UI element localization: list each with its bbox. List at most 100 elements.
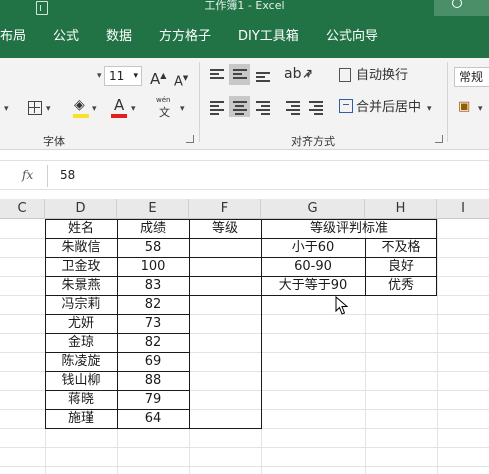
header-grade-cell[interactable]: 等级 xyxy=(189,219,261,238)
formula-input[interactable]: 58 xyxy=(60,168,75,182)
wrap-text-icon xyxy=(339,68,351,82)
chevron-down-icon[interactable]: ▾ xyxy=(180,104,185,114)
score-cell[interactable]: 73 xyxy=(117,314,189,333)
ribbon-separator xyxy=(199,62,200,142)
score-cell[interactable]: 64 xyxy=(117,409,189,428)
score-cell[interactable]: 58 xyxy=(117,238,189,257)
currency-format-icon[interactable]: ▣ xyxy=(458,99,470,115)
gridline xyxy=(0,466,489,467)
tab-fangfang[interactable]: 方方格子 xyxy=(159,29,211,45)
tab-formula-wizard[interactable]: 公式向导 xyxy=(326,29,378,45)
formula-bar: fx 58 xyxy=(0,160,489,190)
column-header-row: C D E F G H I xyxy=(0,199,489,219)
ribbon-tabs: 布局 公式 数据 方方格子 DIY工具箱 公式向导 xyxy=(0,18,489,58)
increase-indent-icon[interactable] xyxy=(309,101,323,115)
align-middle-icon[interactable] xyxy=(233,69,247,81)
window-title: 工作簿1 - Excel xyxy=(204,0,285,12)
name-cell[interactable]: 蒋晓 xyxy=(45,390,117,409)
header-name-cell[interactable]: 姓名 xyxy=(45,219,117,238)
formula-bar-divider xyxy=(47,165,48,187)
column-header-g[interactable]: G xyxy=(261,199,365,219)
merge-center-icon xyxy=(339,99,353,113)
align-top-icon[interactable] xyxy=(210,69,224,81)
score-cell[interactable]: 82 xyxy=(117,295,189,314)
score-cell[interactable]: 88 xyxy=(117,371,189,390)
tab-formulas[interactable]: 公式 xyxy=(53,29,79,45)
gridline xyxy=(0,447,489,448)
name-cell[interactable]: 冯宗莉 xyxy=(45,295,117,314)
chevron-down-icon[interactable]: ▾ xyxy=(478,104,483,114)
column-header-d[interactable]: D xyxy=(45,199,117,219)
chevron-down-icon[interactable]: ▾ xyxy=(92,104,97,114)
range-cell[interactable]: 60-90 xyxy=(261,257,365,276)
name-cell[interactable]: 陈凌旋 xyxy=(45,352,117,371)
grow-font-label: A xyxy=(150,70,161,88)
range-cell[interactable]: 小于60 xyxy=(261,238,365,257)
font-color-swatch xyxy=(111,114,127,118)
column-header-f[interactable]: F xyxy=(189,199,261,219)
name-cell[interactable]: 朱敞信 xyxy=(45,238,117,257)
name-cell[interactable]: 施瑾 xyxy=(45,409,117,428)
chevron-down-icon[interactable]: ▾ xyxy=(427,104,432,114)
phonetic-guide-icon[interactable]: 文 xyxy=(159,104,170,120)
dialog-launcher-icon[interactable] xyxy=(186,135,194,143)
merge-center-button[interactable]: 合并后居中 xyxy=(356,100,421,116)
number-format-value: 常规 xyxy=(459,70,484,84)
score-cell[interactable]: 100 xyxy=(117,257,189,276)
align-right-icon[interactable] xyxy=(256,101,270,115)
table-border xyxy=(45,428,262,429)
font-size-value: 11 xyxy=(109,69,125,83)
chevron-down-icon: ▾ xyxy=(133,71,138,81)
grade-cell[interactable]: 优秀 xyxy=(365,276,437,295)
search-icon xyxy=(452,0,462,8)
title-bar: 工作簿1 - Excel xyxy=(0,0,489,18)
fill-color-swatch xyxy=(73,114,89,118)
tab-layout[interactable]: 布局 xyxy=(0,29,26,45)
font-name-dropdown-icon[interactable]: ▾ xyxy=(97,71,102,81)
chevron-down-icon[interactable]: ▾ xyxy=(46,104,51,114)
insert-function-icon[interactable]: fx xyxy=(22,168,33,182)
header-score-cell[interactable]: 成绩 xyxy=(117,219,189,238)
group-alignment-label: 对齐方式 xyxy=(291,135,335,148)
score-cell[interactable]: 82 xyxy=(117,333,189,352)
phonetic-guide-label: wén xyxy=(156,96,171,104)
chevron-down-icon[interactable]: ▾ xyxy=(131,104,136,114)
name-cell[interactable]: 钱山柳 xyxy=(45,371,117,390)
name-cell[interactable]: 卫金玫 xyxy=(45,257,117,276)
standard-title-cell[interactable]: 等级评判标准 xyxy=(261,219,437,238)
score-cell[interactable]: 83 xyxy=(117,276,189,295)
score-cell[interactable]: 69 xyxy=(117,352,189,371)
fill-color-icon[interactable]: ◈ xyxy=(74,97,85,113)
align-left-icon[interactable] xyxy=(210,101,224,115)
name-cell[interactable]: 尤妍 xyxy=(45,314,117,333)
mouse-cursor-icon xyxy=(335,296,349,315)
grade-cell[interactable]: 不及格 xyxy=(365,238,437,257)
align-bottom-icon[interactable] xyxy=(256,72,270,84)
name-cell[interactable]: 金琼 xyxy=(45,333,117,352)
name-cell[interactable]: 朱景燕 xyxy=(45,276,117,295)
column-header-c[interactable]: C xyxy=(0,199,45,219)
table-border xyxy=(189,219,190,429)
borders-icon[interactable] xyxy=(28,101,42,115)
chevron-down-icon[interactable]: ▾ xyxy=(4,104,9,114)
grade-cell[interactable]: 良好 xyxy=(365,257,437,276)
tab-diy-toolbox[interactable]: DIY工具箱 xyxy=(238,29,299,45)
font-color-button[interactable]: A xyxy=(114,97,124,113)
range-cell[interactable]: 大于等于90 xyxy=(261,276,365,295)
decrease-indent-icon[interactable] xyxy=(286,101,300,115)
tab-data[interactable]: 数据 xyxy=(106,29,132,45)
column-header-i[interactable]: I xyxy=(437,199,489,219)
shrink-font-button[interactable]: A▼ xyxy=(174,70,188,90)
align-center-icon[interactable] xyxy=(233,101,247,115)
number-format-box[interactable]: 常规 xyxy=(454,67,489,87)
group-font-label: 字体 xyxy=(43,135,65,148)
column-header-h[interactable]: H xyxy=(365,199,437,219)
wrap-text-button[interactable]: 自动换行 xyxy=(356,68,408,84)
dialog-launcher-icon[interactable] xyxy=(435,135,443,143)
font-size-box[interactable]: 11 ▾ xyxy=(104,66,142,86)
column-header-e[interactable]: E xyxy=(117,199,189,219)
grow-font-button[interactable]: A▲ xyxy=(150,68,166,87)
search-box[interactable] xyxy=(434,0,489,16)
score-cell[interactable]: 79 xyxy=(117,390,189,409)
chevron-down-icon[interactable]: ▾ xyxy=(306,71,311,81)
